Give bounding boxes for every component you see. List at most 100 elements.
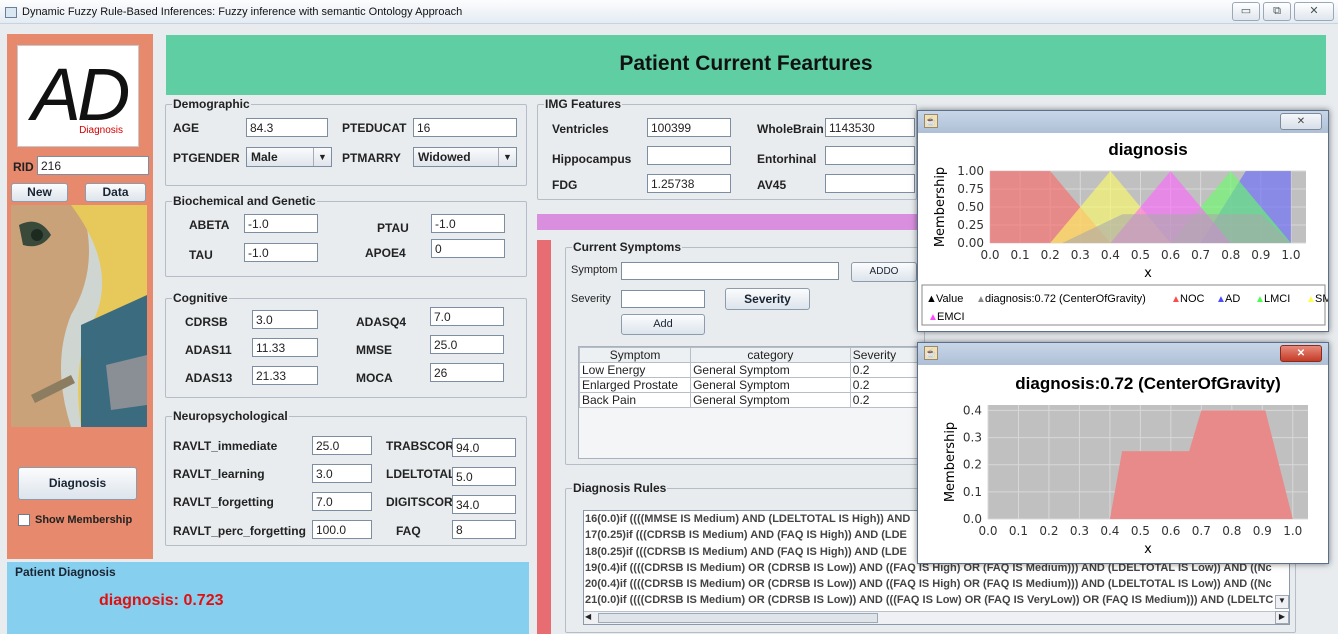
- popup-close-button[interactable]: ✕: [1280, 113, 1322, 130]
- diagnosis-button[interactable]: Diagnosis: [18, 467, 137, 500]
- data-button[interactable]: Data: [85, 183, 146, 202]
- popup-titlebar: ☕ ✕: [918, 343, 1328, 365]
- demographic-title: Demographic: [172, 97, 251, 111]
- trabscor-input[interactable]: 94.0: [452, 438, 516, 457]
- column-header[interactable]: Severity: [849, 347, 919, 363]
- x-tick-label: 1.0: [1281, 248, 1300, 262]
- digitscor-input[interactable]: 34.0: [452, 495, 516, 514]
- adas11-label: ADAS11: [185, 343, 232, 357]
- scroll-down-icon[interactable]: ▼: [1275, 595, 1289, 609]
- x-tick-label: 0.2: [1039, 524, 1058, 538]
- diagnosis-chart-window[interactable]: ☕ ✕ diagnosis 0.00 0.25 0.50 0.75 1.00 0.0 0.1 0…: [917, 110, 1329, 332]
- cog-chart: diagnosis:0.72 (CenterOfGravity) 0.0 0.1 0.…: [943, 374, 1308, 557]
- x-tick-label: 0.7: [1191, 248, 1210, 262]
- table-cell: General Symptom: [690, 362, 851, 378]
- table-cell: General Symptom: [690, 377, 851, 393]
- popup-close-button[interactable]: ✕: [1280, 345, 1322, 362]
- x-tick-label: 0.9: [1251, 248, 1270, 262]
- adasq4-label: ADASQ4: [356, 315, 407, 329]
- table-header-row: Symptom category Severity: [579, 347, 919, 363]
- maximize-button[interactable]: ⧉: [1263, 2, 1291, 21]
- y-tick-label: 0.4: [963, 403, 982, 417]
- rid-input[interactable]: 216: [37, 156, 149, 175]
- av45-label: AV45: [757, 178, 787, 192]
- app-icon: [5, 7, 17, 18]
- entorhinal-input[interactable]: [825, 146, 915, 165]
- table-row[interactable]: Enlarged Prostate General Symptom 0.2: [579, 377, 919, 393]
- adasq4-input[interactable]: 7.0: [430, 307, 504, 326]
- y-tick-label: 0.3: [963, 431, 982, 445]
- rule-item[interactable]: 21(0.0)if ((((CDRSB IS Medium) OR (CDRSB…: [584, 592, 1289, 608]
- symptom-input[interactable]: [621, 262, 839, 280]
- x-axis-label: x: [1144, 266, 1152, 281]
- x-tick-label: 0.6: [1161, 248, 1180, 262]
- abeta-input[interactable]: -1.0: [244, 214, 318, 233]
- add-button[interactable]: Add: [621, 314, 705, 335]
- av45-input[interactable]: [825, 174, 915, 193]
- legend-box: [921, 284, 1326, 326]
- page-title: Patient Current Feartures: [619, 52, 873, 75]
- ptmarry-label: PTMARRY: [342, 151, 401, 165]
- y-tick-label: 0.1: [963, 485, 982, 499]
- table-row[interactable]: Low Energy General Symptom 0.2: [579, 362, 919, 378]
- x-tick-label: 0.1: [1009, 524, 1028, 538]
- horizontal-scrollbar[interactable]: ◀: [584, 611, 1276, 624]
- ldeltotal-input[interactable]: 5.0: [452, 467, 516, 486]
- x-tick-label: 1.0: [1283, 524, 1302, 538]
- severity-input[interactable]: [621, 290, 705, 308]
- x-tick-label: 0.0: [978, 524, 997, 538]
- java-icon: ☕: [924, 114, 938, 128]
- popup-titlebar: ☕ ✕: [918, 111, 1328, 133]
- adas11-input[interactable]: 11.33: [252, 338, 318, 357]
- mmse-input[interactable]: 25.0: [430, 335, 504, 354]
- ravlt-perc-forgetting-label: RAVLT_perc_forgetting: [173, 524, 306, 538]
- severity-button[interactable]: Severity: [725, 288, 810, 310]
- ravlt-immediate-input[interactable]: 25.0: [312, 436, 372, 455]
- ravlt-learning-input[interactable]: 3.0: [312, 464, 372, 483]
- column-header[interactable]: Symptom: [579, 347, 692, 363]
- faq-input[interactable]: 8: [452, 520, 516, 539]
- new-button[interactable]: New: [11, 183, 68, 202]
- pteducat-label: PTEDUCAT: [342, 121, 407, 135]
- cdrsb-input[interactable]: 3.0: [252, 310, 318, 329]
- moca-input[interactable]: 26: [430, 363, 504, 382]
- dropdown-arrow-icon: ▼: [498, 148, 516, 166]
- close-button[interactable]: ✕: [1294, 2, 1334, 21]
- ventricles-label: Ventricles: [552, 122, 609, 136]
- pteducat-input[interactable]: 16: [413, 118, 517, 137]
- hippocampus-input[interactable]: [647, 146, 731, 165]
- mmse-label: MMSE: [356, 343, 392, 357]
- minimize-button[interactable]: ▭: [1232, 2, 1260, 21]
- rule-item[interactable]: 20(0.4)if ((((CDRSB IS Medium) OR (CDRSB…: [584, 576, 1289, 592]
- ptgender-select[interactable]: Male ▼: [246, 147, 332, 167]
- ravlt-forgetting-input[interactable]: 7.0: [312, 492, 372, 511]
- adas13-input[interactable]: 21.33: [252, 366, 318, 385]
- addo-button[interactable]: ADDO: [851, 262, 917, 282]
- column-header[interactable]: category: [690, 347, 851, 363]
- wholebrain-input[interactable]: 1143530: [825, 118, 915, 137]
- scroll-right-icon[interactable]: ▶: [1275, 611, 1289, 624]
- x-tick-label: 0.6: [1161, 524, 1180, 538]
- scroll-thumb[interactable]: [598, 613, 878, 623]
- symptom-label: Symptom: [571, 264, 618, 276]
- dropdown-arrow-icon: ▼: [313, 148, 331, 166]
- x-tick-label: 0.5: [1131, 524, 1150, 538]
- fdg-input[interactable]: 1.25738: [647, 174, 731, 193]
- age-input[interactable]: 84.3: [246, 118, 328, 137]
- table-row[interactable]: Back Pain General Symptom 0.2: [579, 392, 919, 408]
- chart-title: diagnosis:0.72 (CenterOfGravity): [1015, 374, 1280, 393]
- show-membership-checkbox[interactable]: [18, 514, 30, 526]
- apoe4-input[interactable]: 0: [431, 239, 505, 258]
- x-tick-label: 0.7: [1192, 524, 1211, 538]
- table-cell: Low Energy: [579, 362, 692, 378]
- scroll-left-icon[interactable]: ◀: [585, 612, 591, 621]
- cognitive-title: Cognitive: [172, 291, 229, 305]
- age-label: AGE: [173, 121, 200, 135]
- ptau-input[interactable]: -1.0: [431, 214, 505, 233]
- cog-chart-window[interactable]: ☕ ✕ diagnosis:0.72 (CenterOfGravity) 0.0 0…: [917, 342, 1329, 564]
- tau-input[interactable]: -1.0: [244, 243, 318, 262]
- ventricles-input[interactable]: 100399: [647, 118, 731, 137]
- y-tick-label: 0.75: [957, 182, 984, 196]
- ravlt-perc-forgetting-input[interactable]: 100.0: [312, 520, 372, 539]
- ptmarry-select[interactable]: Widowed ▼: [413, 147, 517, 167]
